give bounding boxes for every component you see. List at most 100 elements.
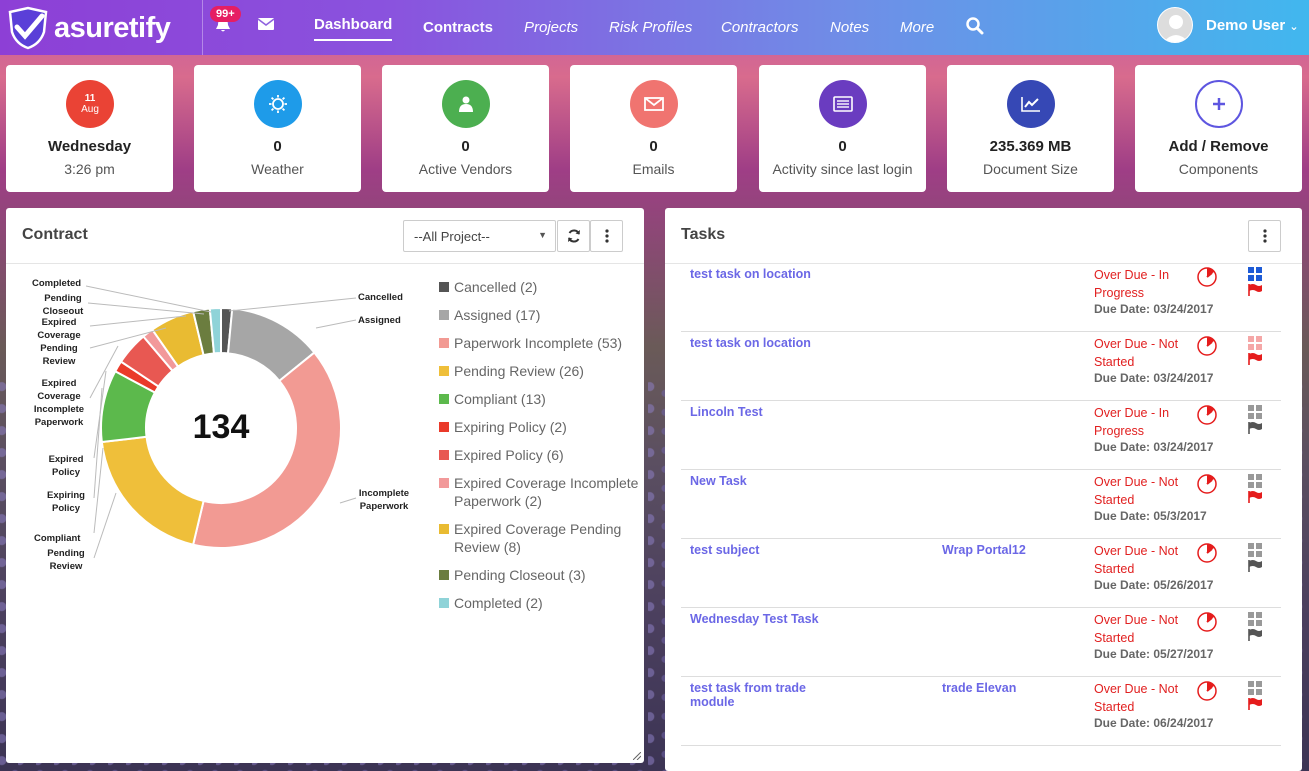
search-icon[interactable] bbox=[966, 17, 984, 35]
widget-value: 0 bbox=[461, 138, 470, 155]
widget-value: Wednesday bbox=[47, 138, 132, 155]
widget-weather[interactable]: 0 Weather bbox=[194, 65, 361, 192]
grid-icon[interactable] bbox=[1248, 405, 1262, 419]
legend-item[interactable]: Expired Coverage Incomplete Paperwork (2… bbox=[439, 474, 639, 510]
grid-icon[interactable] bbox=[1248, 267, 1262, 281]
chevron-down-icon: ⌄ bbox=[1289, 21, 1299, 33]
flag-icon[interactable] bbox=[1248, 422, 1262, 434]
flag-icon[interactable] bbox=[1248, 698, 1262, 710]
legend-item[interactable]: Pending Closeout (3) bbox=[439, 566, 639, 584]
nav-contractors[interactable]: Contractors bbox=[721, 0, 799, 55]
nav-more[interactable]: More bbox=[900, 0, 934, 55]
task-row[interactable]: Wednesday Test Task Over Due - Not Starte… bbox=[681, 608, 1281, 677]
widget-activity[interactable]: 0 Activity since last login bbox=[759, 65, 926, 192]
tasks-more-options-button[interactable] bbox=[1248, 220, 1281, 252]
grid-icon[interactable] bbox=[1248, 681, 1262, 695]
chart-icon bbox=[1007, 80, 1055, 128]
task-status: Over Due - Not Started bbox=[1094, 337, 1179, 369]
task-name-link[interactable]: Lincoln Test bbox=[690, 405, 830, 419]
widget-date[interactable]: 11 Aug Wednesday 3:26 pm bbox=[6, 65, 173, 192]
task-due-date: Due Date: 06/24/2017 bbox=[1094, 716, 1214, 730]
grid-icon[interactable] bbox=[1248, 336, 1262, 350]
task-name-link[interactable]: test subject bbox=[690, 543, 830, 557]
slice-label: Pending Review bbox=[47, 548, 85, 572]
slice-label: Incomplete Paperwork bbox=[358, 488, 410, 512]
legend-swatch bbox=[439, 524, 449, 534]
slice-label: Assigned bbox=[358, 315, 401, 326]
legend-swatch bbox=[439, 570, 449, 580]
legend-item[interactable]: Completed (2) bbox=[439, 594, 639, 612]
nav-dashboard[interactable]: Dashboard bbox=[314, 16, 393, 41]
task-project-link[interactable]: trade Elevan bbox=[942, 681, 1016, 695]
task-project-link[interactable]: Wrap Portal12 bbox=[942, 543, 1026, 557]
divider bbox=[202, 0, 203, 55]
gauge-icon bbox=[1197, 336, 1217, 356]
grid-icon[interactable] bbox=[1248, 474, 1262, 488]
task-name-link[interactable]: test task from trade module bbox=[690, 681, 830, 709]
sun-icon bbox=[254, 80, 302, 128]
widget-month: Aug bbox=[81, 104, 99, 115]
legend-label: Assigned (17) bbox=[454, 307, 541, 323]
widget-vendors[interactable]: 0 Active Vendors bbox=[382, 65, 549, 192]
widget-add-remove[interactable]: Add / Remove Components bbox=[1135, 65, 1302, 192]
gauge-icon bbox=[1197, 543, 1217, 563]
resize-handle-icon[interactable] bbox=[633, 752, 641, 760]
legend-label: Expired Policy (6) bbox=[454, 447, 564, 463]
flag-icon[interactable] bbox=[1248, 353, 1262, 365]
widget-label: 3:26 pm bbox=[64, 161, 115, 177]
task-status: Over Due - In Progress bbox=[1094, 406, 1170, 438]
flag-icon[interactable] bbox=[1248, 491, 1262, 503]
task-row[interactable]: test task on location Over Due - In Progr… bbox=[681, 263, 1281, 332]
nav-notes[interactable]: Notes bbox=[830, 0, 869, 55]
task-row[interactable]: test task on location Over Due - Not Star… bbox=[681, 332, 1281, 401]
gauge-icon bbox=[1197, 681, 1217, 701]
widget-emails[interactable]: 0 Emails bbox=[570, 65, 737, 192]
task-name-link[interactable]: test task on location bbox=[690, 267, 830, 281]
grid-icon[interactable] bbox=[1248, 543, 1262, 557]
task-name-link[interactable]: Wednesday Test Task bbox=[690, 612, 830, 626]
logo[interactable]: asuretify bbox=[6, 6, 196, 50]
legend-item[interactable]: Assigned (17) bbox=[439, 306, 639, 324]
user-icon bbox=[442, 80, 490, 128]
user-name: Demo User bbox=[1206, 17, 1286, 34]
flag-icon[interactable] bbox=[1248, 560, 1262, 572]
widget-label: Document Size bbox=[983, 161, 1078, 177]
plus-icon[interactable] bbox=[1195, 80, 1243, 128]
top-navbar: asuretify 99+ Dashboard Contracts Projec… bbox=[0, 0, 1309, 55]
widget-value: 235.369 MB bbox=[989, 138, 1072, 155]
task-row[interactable]: New Task Over Due - Not Started Due Date: … bbox=[681, 470, 1281, 539]
task-name-link[interactable]: test task on location bbox=[690, 336, 830, 350]
legend-item[interactable]: Cancelled (2) bbox=[439, 278, 639, 296]
notification-badge[interactable]: 99+ bbox=[210, 6, 241, 22]
user-menu[interactable]: Demo User ⌄ bbox=[1206, 17, 1299, 34]
legend-item[interactable]: Compliant (13) bbox=[439, 390, 639, 408]
legend-swatch bbox=[439, 366, 449, 376]
slice-label: Expired Coverage Incomplete Paperwork bbox=[33, 378, 85, 428]
task-row[interactable]: Lincoln Test Over Due - In Progress Due Da… bbox=[681, 401, 1281, 470]
task-row[interactable]: test task from trade module trade Elevan O… bbox=[681, 677, 1281, 746]
legend-item[interactable]: Expired Coverage Pending Review (8) bbox=[439, 520, 639, 556]
grid-icon[interactable] bbox=[1248, 612, 1262, 626]
gauge-icon bbox=[1197, 474, 1217, 494]
envelope-icon[interactable] bbox=[258, 18, 274, 30]
flag-icon[interactable] bbox=[1248, 629, 1262, 641]
legend-item[interactable]: Pending Review (26) bbox=[439, 362, 639, 380]
legend-item[interactable]: Expired Policy (6) bbox=[439, 446, 639, 464]
nav-risk-profiles[interactable]: Risk Profiles bbox=[609, 0, 692, 55]
avatar[interactable] bbox=[1157, 7, 1193, 43]
slice-label: Cancelled bbox=[358, 292, 403, 303]
widget-document-size[interactable]: 235.369 MB Document Size bbox=[947, 65, 1114, 192]
legend-label: Expired Coverage Pending Review (8) bbox=[454, 521, 622, 555]
legend-item[interactable]: Paperwork Incomplete (53) bbox=[439, 334, 639, 352]
nav-projects[interactable]: Projects bbox=[524, 0, 578, 55]
panel-title: Tasks bbox=[681, 226, 726, 243]
legend-swatch bbox=[439, 338, 449, 348]
legend-item[interactable]: Expiring Policy (2) bbox=[439, 418, 639, 436]
task-row[interactable]: test subject Wrap Portal12 Over Due - Not … bbox=[681, 539, 1281, 608]
task-name-link[interactable]: New Task bbox=[690, 474, 830, 488]
widget-label: Weather bbox=[251, 161, 304, 177]
slice-label: Compliant bbox=[34, 533, 81, 544]
legend-swatch bbox=[439, 310, 449, 320]
flag-icon[interactable] bbox=[1248, 284, 1262, 296]
nav-contracts[interactable]: Contracts bbox=[423, 0, 493, 55]
